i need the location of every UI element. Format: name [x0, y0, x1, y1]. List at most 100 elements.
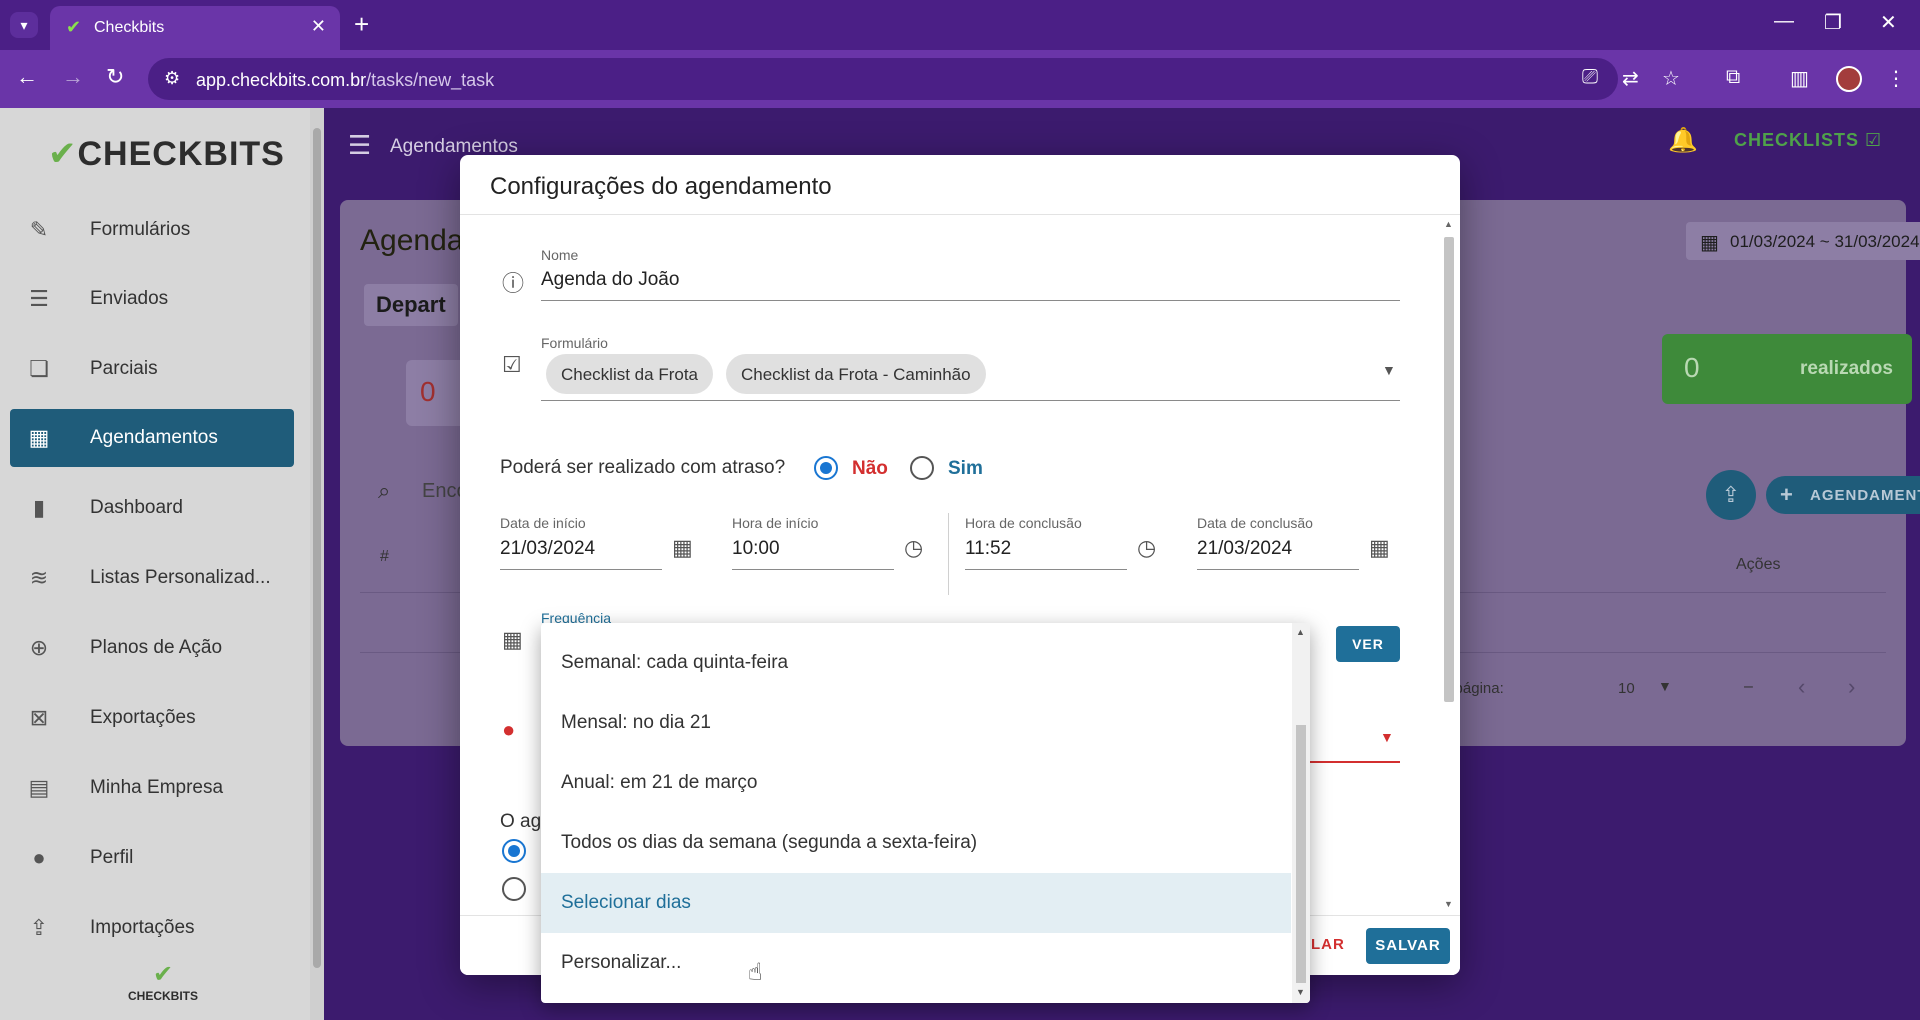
prev-page-icon[interactable]: ‹ [1798, 674, 1805, 700]
extensions-icon[interactable]: ⧉ [1726, 66, 1740, 89]
sidebar-item-label: Agendamentos [90, 427, 218, 448]
late-yes-radio[interactable] [910, 456, 934, 480]
ver-button[interactable]: VER [1336, 626, 1400, 662]
next-page-icon[interactable]: › [1848, 674, 1855, 700]
browser-tab[interactable]: ✔ Checkbits ✕ [50, 6, 340, 50]
url-path: /tasks/new_task [366, 70, 495, 90]
modal-header: Configurações do agendamento [460, 155, 1460, 215]
sidebar-item-listas[interactable]: ≋ Listas Personalizad... [10, 549, 294, 607]
tab-search-button[interactable]: ▾ [10, 12, 38, 38]
modal-scroll-thumb[interactable] [1444, 237, 1454, 702]
rows-per-page-select[interactable]: 10 [1618, 680, 1635, 697]
department-tab[interactable]: Depart [364, 284, 458, 326]
caret-down-icon[interactable]: ▼ [1658, 678, 1672, 694]
excel-icon: ⊠ [29, 705, 49, 730]
clock-icon[interactable]: ◷ [904, 535, 923, 561]
modal-scrollbar[interactable]: ▲ ▼ [1440, 215, 1458, 915]
frequency-option[interactable]: Personalizar... [541, 933, 1291, 993]
add-schedule-label: AGENDAMENTO [1810, 487, 1920, 504]
browser-tabbar: ▾ ✔ Checkbits ✕ + — ❐ ✕ [0, 0, 1920, 50]
schedule-option-radio[interactable] [502, 877, 526, 901]
end-time-input[interactable]: 11:52 [965, 538, 1011, 560]
scroll-down-icon[interactable]: ▼ [1296, 987, 1305, 997]
sidebar-item-parciais[interactable]: ❏ Parciais [10, 340, 294, 398]
sidebar-item-dashboard[interactable]: ▮ Dashboard [10, 479, 294, 537]
checklists-link[interactable]: CHECKLISTS ☑ [1734, 130, 1882, 151]
sidebar-scroll-thumb[interactable] [313, 128, 321, 968]
dropdown-scrollbar[interactable]: ▲ ▼ [1292, 623, 1310, 1003]
sidebar-item-exportacoes[interactable]: ⊠ Exportações [10, 689, 294, 747]
add-schedule-button[interactable]: + AGENDAMENTO [1766, 476, 1920, 514]
scroll-up-icon[interactable]: ▲ [1296, 627, 1305, 637]
new-tab-icon[interactable]: + [354, 10, 369, 38]
schedule-option-radio[interactable] [502, 839, 526, 863]
install-app-icon[interactable]: ⎚ [1582, 66, 1598, 89]
frequency-option-selected[interactable]: Selecionar dias [541, 873, 1291, 933]
window-close-icon[interactable]: ✕ [1880, 10, 1897, 35]
scroll-up-icon[interactable]: ▲ [1444, 219, 1453, 229]
back-icon[interactable]: ← [16, 64, 38, 90]
frequency-option[interactable]: Todos os dias da semana (segunda a sexta… [541, 813, 1291, 873]
frequency-option[interactable]: Anual: em 21 de março [541, 753, 1291, 813]
notifications-bell-icon[interactable]: 🔔 [1668, 126, 1698, 155]
late-no-label[interactable]: Não [852, 458, 888, 480]
address-bar[interactable]: ⚙ app.checkbits.com.br/tasks/new_task [148, 58, 1618, 100]
form-chip[interactable]: Checklist da Frota - Caminhão [726, 354, 986, 394]
tab-close-icon[interactable]: ✕ [311, 16, 326, 37]
reload-icon[interactable]: ↻ [106, 64, 124, 90]
end-time-underline [965, 569, 1127, 570]
late-yes-label[interactable]: Sim [948, 458, 983, 480]
dropdown-scroll-thumb[interactable] [1296, 725, 1306, 983]
hand-cursor-icon: ☝ [748, 959, 763, 986]
minimize-icon[interactable]: — [1774, 10, 1794, 33]
site-info-icon[interactable]: ⚙ [164, 68, 180, 89]
sidebar-item-label: Exportações [90, 707, 196, 728]
translate-icon[interactable]: ⇄ [1622, 66, 1639, 91]
bookmark-star-icon[interactable]: ☆ [1662, 66, 1680, 91]
start-time-input[interactable]: 10:00 [732, 538, 780, 560]
sidebar-item-enviados[interactable]: ☰ Enviados [10, 270, 294, 328]
date-range-text: 01/03/2024 ~ 31/03/2024 [1730, 232, 1920, 251]
chart-icon: ▮ [32, 495, 46, 520]
late-no-radio[interactable] [814, 456, 838, 480]
forward-icon[interactable]: → [62, 64, 84, 90]
sidebar-item-perfil[interactable]: ● Perfil [10, 829, 294, 887]
sidebar-item-empresa[interactable]: ▤ Minha Empresa [10, 759, 294, 817]
sidebar-item-agendamentos[interactable]: ▦ Agendamentos [10, 409, 294, 467]
checklist-check-icon: ☑ [1865, 130, 1883, 150]
name-input[interactable]: Agenda do João [541, 269, 679, 291]
checkbits-logo[interactable]: ✔CHECKBITS [48, 134, 285, 174]
start-date-input[interactable]: 21/03/2024 [500, 538, 595, 560]
responsible-caret-icon[interactable]: ▼ [1380, 729, 1394, 745]
end-date-input[interactable]: 21/03/2024 [1197, 538, 1292, 560]
side-panel-icon[interactable]: ▥ [1790, 66, 1809, 91]
sidebar-item-importacoes[interactable]: ⇪ Importações [10, 899, 294, 957]
stack-icon: ≋ [29, 565, 49, 590]
upload-file-button[interactable]: ⇪ [1706, 470, 1756, 520]
sidebar-item-label: Minha Empresa [90, 777, 224, 798]
sidebar-item-label: Dashboard [90, 497, 183, 518]
clock-icon[interactable]: ◷ [1137, 535, 1156, 561]
person-icon: ● [502, 717, 516, 742]
target-icon: ⊕ [29, 635, 49, 660]
calendar-icon[interactable]: ▦ [672, 535, 693, 561]
sidebar-item-formularios[interactable]: ✎ Formulários [10, 201, 294, 259]
sidebar-scrollbar[interactable] [310, 108, 324, 1020]
frequency-option-label: Todos os dias da semana (segunda a sexta… [561, 832, 978, 853]
form-dropdown-caret-icon[interactable]: ▼ [1382, 362, 1396, 378]
restore-icon[interactable]: ❐ [1824, 10, 1842, 35]
url-host: app.checkbits.com.br [196, 70, 367, 90]
sidebar-item-planos[interactable]: ⊕ Planos de Ação [10, 619, 294, 677]
form-chip[interactable]: Checklist da Frota [546, 354, 713, 394]
date-range-filter[interactable]: ▦ 01/03/2024 ~ 31/03/2024 [1686, 222, 1920, 260]
scroll-down-icon[interactable]: ▼ [1444, 899, 1453, 909]
frequency-option[interactable]: Mensal: no dia 21 [541, 693, 1291, 753]
sidebar-item-label: Listas Personalizad... [90, 567, 271, 588]
browser-menu-icon[interactable]: ⋮ [1886, 66, 1906, 91]
hamburger-menu-icon[interactable]: ☰ [348, 130, 371, 161]
profile-avatar[interactable] [1836, 66, 1862, 92]
save-button[interactable]: SALVAR [1366, 928, 1450, 964]
done-label: realizados [1800, 358, 1893, 379]
calendar-icon[interactable]: ▦ [1369, 535, 1390, 561]
frequency-option[interactable]: Semanal: cada quinta-feira [541, 633, 1291, 693]
